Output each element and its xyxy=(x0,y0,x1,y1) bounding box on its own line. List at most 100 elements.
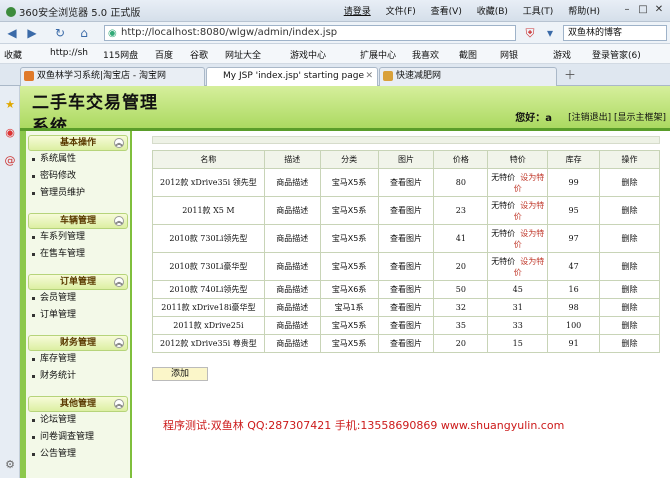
menu-item-inventory[interactable]: 库存管理 xyxy=(28,351,128,368)
desc-link[interactable]: 商品描述 xyxy=(263,168,321,197)
menu-view[interactable]: 查看(V) xyxy=(431,7,462,17)
tab-index-jsp[interactable]: My JSP 'index.jsp' starting page ✕ xyxy=(206,67,378,86)
col-header-category: 分类 xyxy=(319,150,379,169)
fav-item[interactable]: 谷歌 xyxy=(190,48,208,61)
menu-group-header[interactable]: 其他管理 ︽ xyxy=(28,396,128,412)
fav-item[interactable]: 115网盘 xyxy=(103,48,138,61)
delete-link[interactable]: 删除 xyxy=(599,298,660,317)
view-image-link[interactable]: 查看图片 xyxy=(377,316,435,335)
fav-item[interactable]: 登录管家(6) xyxy=(592,48,641,61)
set-special-link[interactable]: 设为特价 xyxy=(514,229,545,249)
special-status: 无特价 xyxy=(491,256,516,266)
fav-item[interactable]: 扩展中心 xyxy=(360,48,396,61)
menu-item-notice[interactable]: 公告管理 xyxy=(28,446,128,463)
collapse-icon[interactable]: ︽ xyxy=(114,399,124,409)
menu-item-change-password[interactable]: 密码修改 xyxy=(28,168,128,185)
show-main-link[interactable]: [显示主框架] xyxy=(614,113,666,123)
view-image-link[interactable]: 查看图片 xyxy=(377,252,435,281)
fav-item[interactable]: 截图 xyxy=(459,48,477,61)
tab-label: My JSP 'index.jsp' starting page xyxy=(223,71,365,81)
tab-taobao[interactable]: 双鱼林学习系统|淘宝店 - 淘宝网 xyxy=(20,67,205,86)
menu-group-header[interactable]: 财务管理 ︽ xyxy=(28,335,128,351)
desc-link[interactable]: 商品描述 xyxy=(263,298,321,317)
shield-icon[interactable]: ⛨ xyxy=(522,25,538,41)
set-special-link[interactable]: 设为特价 xyxy=(514,257,545,277)
menu-tools[interactable]: 工具(T) xyxy=(523,7,554,17)
home-icon[interactable]: ⌂ xyxy=(76,25,92,41)
close-icon[interactable]: ✕ xyxy=(652,3,666,17)
tab-weightloss[interactable]: 快速减肥网 xyxy=(379,67,557,86)
menu-item-series[interactable]: 车系列管理 xyxy=(28,229,128,246)
menu-item-orders[interactable]: 订单管理 xyxy=(28,307,128,324)
collapse-icon[interactable]: ︽ xyxy=(114,216,124,226)
desc-link[interactable]: 商品描述 xyxy=(263,334,321,353)
fav-item[interactable]: http://sh xyxy=(50,48,88,58)
add-button[interactable]: 添加 xyxy=(152,367,208,381)
fav-item[interactable]: 游戏 xyxy=(553,48,571,61)
star-icon[interactable]: ★ xyxy=(3,98,17,112)
desc-link[interactable]: 商品描述 xyxy=(263,224,321,253)
back-icon[interactable]: ◀ xyxy=(4,25,20,41)
desc-link[interactable]: 商品描述 xyxy=(263,316,321,335)
view-image-link[interactable]: 查看图片 xyxy=(377,196,435,225)
mail-icon[interactable]: @ xyxy=(3,154,17,168)
fav-item[interactable]: 百度 xyxy=(155,48,173,61)
menu-help[interactable]: 帮助(H) xyxy=(568,7,600,17)
search-text: 双鱼林的博客 xyxy=(568,28,623,38)
maximize-icon[interactable]: □ xyxy=(636,3,650,17)
delete-link[interactable]: 删除 xyxy=(599,252,660,281)
delete-link[interactable]: 删除 xyxy=(599,334,660,353)
menu-file[interactable]: 文件(F) xyxy=(386,7,416,17)
set-special-link[interactable]: 设为特价 xyxy=(514,173,545,193)
delete-link[interactable]: 删除 xyxy=(599,316,660,335)
close-tab-icon[interactable]: ✕ xyxy=(365,68,373,85)
search-input[interactable]: 双鱼林的博客 xyxy=(563,25,667,41)
cell-category: 宝马X5系 xyxy=(319,334,379,353)
menu-favorites[interactable]: 收藏(B) xyxy=(477,7,508,17)
delete-link[interactable]: 删除 xyxy=(599,224,660,253)
minimize-icon[interactable]: – xyxy=(620,3,634,17)
login-link[interactable]: 请登录 xyxy=(344,7,371,17)
fav-item[interactable]: 我喜欢 xyxy=(412,48,439,61)
desc-link[interactable]: 商品描述 xyxy=(263,196,321,225)
fav-item[interactable]: 网银 xyxy=(500,48,518,61)
weibo-icon[interactable]: ◉ xyxy=(3,126,17,140)
gear-icon[interactable]: ⚙ xyxy=(3,458,17,472)
desc-link[interactable]: 商品描述 xyxy=(263,280,321,299)
refresh-icon[interactable]: ↻ xyxy=(52,25,68,41)
view-image-link[interactable]: 查看图片 xyxy=(377,224,435,253)
fav-item[interactable]: 收藏 xyxy=(4,48,22,61)
forward-icon[interactable]: ▶ xyxy=(24,25,40,41)
menu-item-on-sale[interactable]: 在售车管理 xyxy=(28,246,128,263)
view-image-link[interactable]: 查看图片 xyxy=(377,298,435,317)
view-image-link[interactable]: 查看图片 xyxy=(377,334,435,353)
logout-link[interactable]: [注销退出] xyxy=(568,113,611,123)
cell-special: 无特价 设为特价 xyxy=(487,196,549,225)
view-image-link[interactable]: 查看图片 xyxy=(377,280,435,299)
dropdown-icon[interactable]: ▾ xyxy=(542,25,558,41)
cell-category: 宝马X5系 xyxy=(319,316,379,335)
delete-link[interactable]: 删除 xyxy=(599,280,660,299)
collapse-icon[interactable]: ︽ xyxy=(114,277,124,287)
menu-group-header[interactable]: 基本操作 ︽ xyxy=(28,135,128,151)
menu-group-header[interactable]: 订单管理 ︽ xyxy=(28,274,128,290)
delete-link[interactable]: 删除 xyxy=(599,168,660,197)
menu-group-header[interactable]: 车辆管理 ︽ xyxy=(28,213,128,229)
menu-item-survey[interactable]: 问卷调查管理 xyxy=(28,429,128,446)
collapse-icon[interactable]: ︽ xyxy=(114,138,124,148)
set-special-link[interactable]: 设为特价 xyxy=(514,201,545,221)
menu-item-members[interactable]: 会员管理 xyxy=(28,290,128,307)
delete-link[interactable]: 删除 xyxy=(599,196,660,225)
new-tab-icon[interactable]: ＋ xyxy=(562,67,578,83)
col-header-stock: 库存 xyxy=(547,150,601,169)
menu-item-finance-stats[interactable]: 财务统计 xyxy=(28,368,128,385)
collapse-icon[interactable]: ︽ xyxy=(114,338,124,348)
menu-item-admin[interactable]: 管理员维护 xyxy=(28,185,128,202)
desc-link[interactable]: 商品描述 xyxy=(263,252,321,281)
fav-item[interactable]: 游戏中心 xyxy=(290,48,326,61)
fav-item[interactable]: 网址大全 xyxy=(225,48,261,61)
menu-item-forum[interactable]: 论坛管理 xyxy=(28,412,128,429)
menu-item-system-props[interactable]: 系统属性 xyxy=(28,151,128,168)
view-image-link[interactable]: 查看图片 xyxy=(377,168,435,197)
address-bar[interactable]: ◉ http://localhost:8080/wlgw/admin/index… xyxy=(104,25,516,41)
